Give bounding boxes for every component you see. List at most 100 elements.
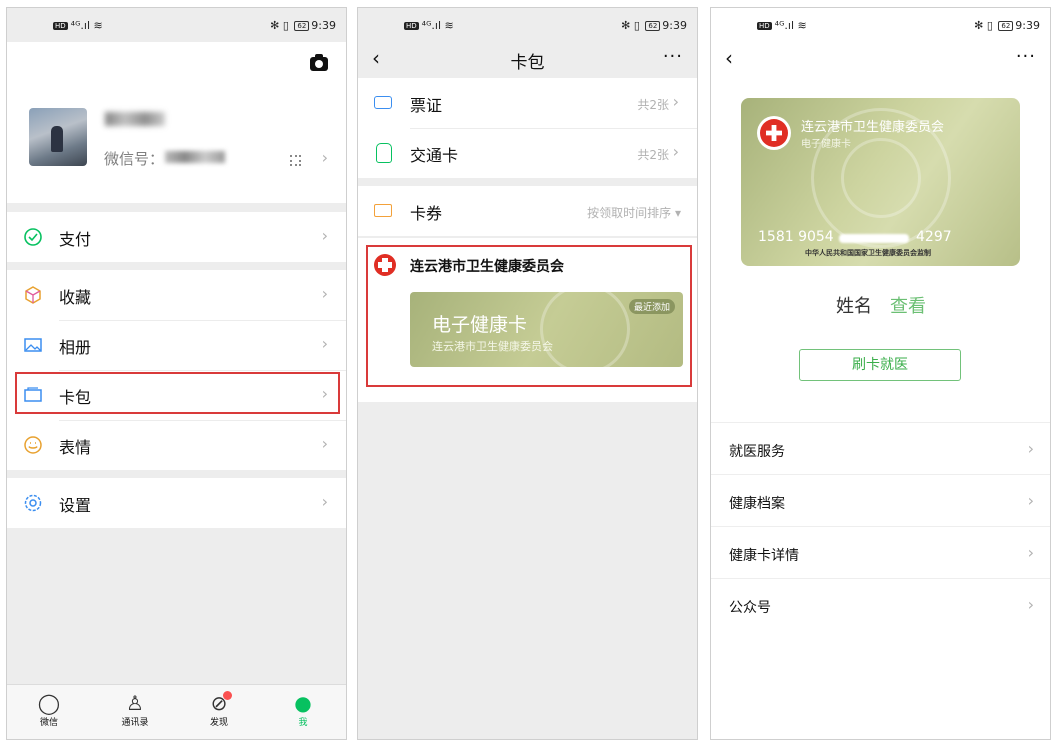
menu-group-settings: 设置 ›: [7, 478, 346, 528]
service-item-official-account[interactable]: 公众号 ›: [711, 579, 1050, 631]
chevron-right-icon: ›: [672, 92, 679, 111]
pay-icon: [24, 228, 42, 246]
qr-code-icon[interactable]: [290, 155, 301, 166]
tab-label: 微信: [39, 718, 58, 728]
sticker-icon: [24, 436, 42, 454]
wallet-list: 票证 共2张 › 交通卡 共2张 ›: [358, 78, 697, 178]
wechat-id-blurred: [165, 151, 225, 163]
contacts-icon: ♙: [126, 691, 144, 715]
chinese-knot-pattern: [841, 138, 921, 218]
menu-item-settings[interactable]: 设置 ›: [7, 478, 346, 528]
hd-icon: HD: [757, 22, 772, 30]
service-label: 健康卡详情: [729, 548, 799, 564]
hd-icon: HD: [53, 22, 68, 30]
chat-icon: ◯: [37, 691, 61, 715]
camera-icon[interactable]: [310, 54, 328, 71]
nav-bar: ‹ 卡包 ···: [358, 42, 697, 78]
menu-group-main: 收藏 › 相册 › 卡包 › 表情 ›: [7, 270, 346, 470]
wallet-screen: HD ⁴ᴳ.ıl ≋ ✻ ▯ 62 9:39 ‹ 卡包 ··· 票证 共2张 › 交…: [357, 7, 698, 740]
service-item-medical[interactable]: 就医服务 ›: [711, 423, 1050, 475]
tab-label: 发现: [209, 718, 228, 728]
service-label: 就医服务: [729, 444, 785, 460]
highlight-box: [366, 245, 692, 387]
count-text: 共2张: [637, 148, 669, 162]
menu-item-stickers[interactable]: 表情 ›: [7, 420, 346, 470]
menu-group-pay: 支付 ›: [7, 212, 346, 262]
list-label: 交通卡: [410, 146, 459, 165]
avatar[interactable]: [29, 108, 87, 166]
health-card[interactable]: 连云港市卫生健康委员会 电子健康卡 1581 9054 4297 中华人民共和国…: [741, 98, 1020, 266]
nickname-blurred: [105, 112, 165, 126]
favorites-icon: [25, 286, 41, 304]
menu-label: 设置: [59, 496, 92, 515]
menu-label: 表情: [59, 438, 92, 457]
back-icon[interactable]: ‹: [725, 46, 733, 70]
chevron-right-icon: ›: [1027, 439, 1034, 458]
battery-icon: 62: [294, 21, 310, 31]
service-item-card-details[interactable]: 健康卡详情 ›: [711, 527, 1050, 579]
chevron-right-icon: ›: [321, 226, 328, 245]
status-time: 9:39: [1015, 19, 1040, 32]
chevron-right-icon: ›: [1027, 543, 1034, 562]
menu-item-favorites[interactable]: 收藏 ›: [7, 270, 346, 320]
chevron-right-icon: ›: [1027, 595, 1034, 614]
chevron-right-icon: ›: [672, 142, 679, 161]
menu-label: 相册: [59, 338, 92, 357]
menu-label: 支付: [59, 230, 92, 249]
signal-icon: ⁴ᴳ.ıl ≋: [421, 19, 454, 32]
card-detail-screen: HD ⁴ᴳ.ıl ≋ ✻ ▯ 62 9:39 ‹ ··· 连云港市卫生健康委员会 电…: [710, 7, 1051, 740]
nav-bar: ‹ ···: [711, 42, 1050, 78]
service-label: 公众号: [729, 600, 771, 616]
status-bar: HD ⁴ᴳ.ıl ≋ ✻ ▯ 62 9:39: [358, 8, 697, 42]
discover-icon: ⊘: [189, 691, 249, 715]
tab-contacts[interactable]: ♙ 通讯录: [105, 691, 165, 728]
sort-dropdown[interactable]: 按领取时间排序 ▾: [587, 204, 681, 221]
count-text: 共2张: [637, 98, 669, 112]
hd-icon: HD: [404, 22, 419, 30]
album-icon: [24, 338, 42, 352]
status-time: 9:39: [662, 19, 687, 32]
tab-me[interactable]: ● 我: [273, 691, 333, 728]
chevron-right-icon: ›: [321, 334, 328, 353]
list-item-coupons[interactable]: 卡券 按领取时间排序 ▾: [358, 186, 697, 236]
signal-icon: ⁴ᴳ.ıl ≋: [70, 19, 103, 32]
coupons-section: 卡券 按领取时间排序 ▾: [358, 186, 697, 236]
list-item-tickets[interactable]: 票证 共2张 ›: [358, 78, 697, 128]
me-screen: HD ⁴ᴳ.ıl ≋ ✻ ▯ 62 9:39 微信号： › 支付 › 收藏 › 相册…: [6, 7, 347, 740]
highlight-box: [15, 372, 340, 414]
status-time: 9:39: [311, 19, 336, 32]
menu-item-album[interactable]: 相册 ›: [7, 320, 346, 370]
bluetooth-icon: ✻ ▯: [270, 19, 293, 32]
more-icon[interactable]: ···: [1016, 46, 1036, 67]
battery-icon: 62: [645, 21, 661, 31]
chevron-right-icon: ›: [321, 284, 328, 303]
card-org: 连云港市卫生健康委员会: [801, 120, 945, 135]
view-name-link[interactable]: 查看: [890, 292, 926, 318]
service-item-health-record[interactable]: 健康档案 ›: [711, 475, 1050, 527]
card-supervision-text: 中华人民共和国国家卫生健康委员会监制: [805, 249, 931, 257]
card-number-start: 1581 9054: [758, 229, 834, 245]
tab-label: 我: [298, 718, 308, 728]
status-bar: HD ⁴ᴳ.ıl ≋ ✻ ▯ 62 9:39: [7, 8, 346, 42]
list-label: 票证: [410, 96, 443, 115]
profile-header[interactable]: 微信号： ›: [7, 42, 346, 203]
card-number-end: 4297: [916, 229, 952, 245]
tab-label: 通讯录: [121, 718, 149, 728]
status-bar: HD ⁴ᴳ.ıl ≋ ✻ ▯ 62 9:39: [711, 8, 1050, 42]
wechat-id-label: 微信号：: [104, 150, 165, 168]
chevron-right-icon: ›: [321, 434, 328, 453]
chevron-right-icon: ›: [321, 492, 328, 511]
signal-icon: ⁴ᴳ.ıl ≋: [774, 19, 807, 32]
health-commission-logo: [757, 116, 791, 150]
tab-discover[interactable]: ⊘ 发现: [189, 691, 249, 728]
more-icon[interactable]: ···: [663, 46, 683, 67]
name-label: 姓名: [836, 296, 872, 317]
notification-dot: [223, 691, 232, 700]
list-item-transit-card[interactable]: 交通卡 共2张 ›: [358, 128, 697, 178]
settings-icon: [24, 494, 42, 512]
tab-chats[interactable]: ◯ 微信: [19, 691, 79, 728]
service-label: 健康档案: [729, 496, 785, 512]
chevron-right-icon: ›: [321, 148, 328, 167]
swipe-card-button[interactable]: 刷卡就医: [799, 349, 961, 381]
menu-item-pay[interactable]: 支付 ›: [7, 212, 346, 262]
